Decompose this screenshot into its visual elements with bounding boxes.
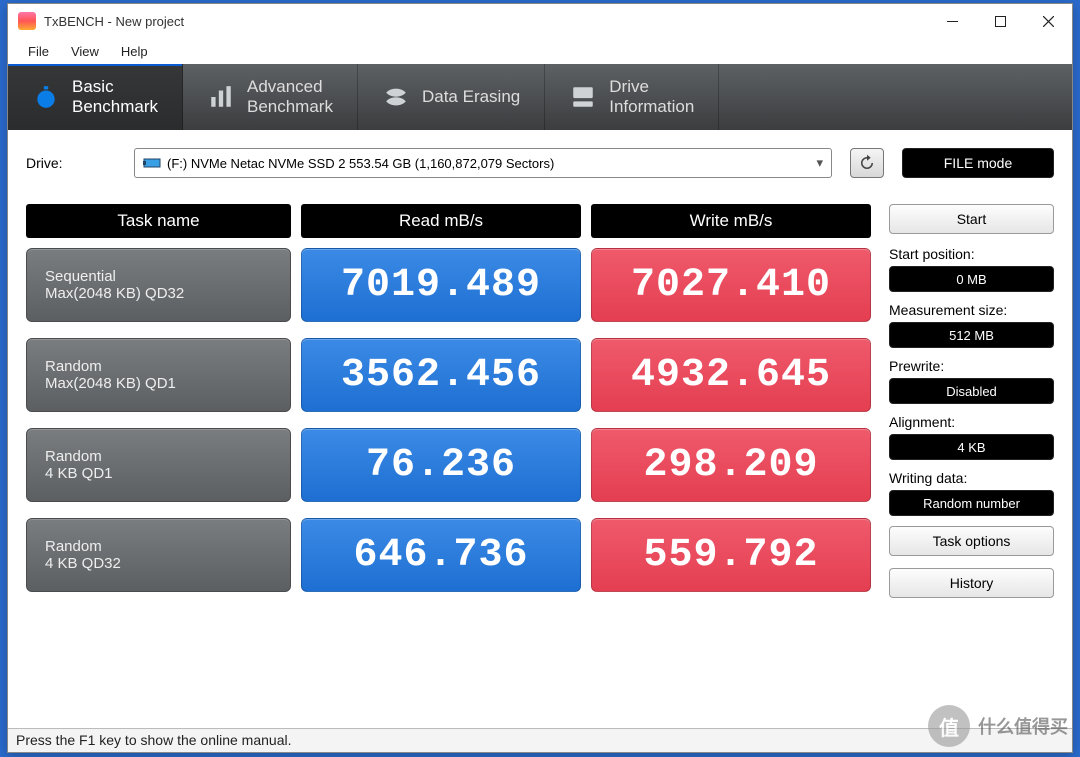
refresh-button[interactable] xyxy=(850,148,884,178)
disk-icon xyxy=(143,156,161,170)
task-line2: Max(2048 KB) QD32 xyxy=(45,285,272,302)
table-row: SequentialMax(2048 KB) QD32 7019.489 702… xyxy=(26,248,871,322)
start-button[interactable]: Start xyxy=(889,204,1054,234)
task-cell[interactable]: Random4 KB QD32 xyxy=(26,518,291,592)
alignment-label: Alignment: xyxy=(889,414,1054,430)
measurement-size-value[interactable]: 512 MB xyxy=(889,322,1054,348)
write-value: 7027.410 xyxy=(591,248,871,322)
watermark-text: 什么值得买 xyxy=(978,713,1068,739)
window-title: TxBENCH - New project xyxy=(44,14,928,29)
tab-label: Information xyxy=(609,97,694,117)
statusbar: Press the F1 key to show the online manu… xyxy=(8,728,1072,752)
menubar: File View Help xyxy=(8,38,1072,64)
bars-icon xyxy=(207,83,235,111)
chevron-down-icon: ▾ xyxy=(816,155,823,171)
write-value: 298.209 xyxy=(591,428,871,502)
minimize-button[interactable] xyxy=(928,4,976,38)
drive-label: Drive: xyxy=(26,155,116,171)
writing-data-label: Writing data: xyxy=(889,470,1054,486)
stopwatch-icon xyxy=(32,83,60,111)
read-value: 3562.456 xyxy=(301,338,581,412)
tab-label: Benchmark xyxy=(247,97,333,117)
workarea: Drive: (F:) NVMe Netac NVMe SSD 2 553.54… xyxy=(8,130,1072,728)
header-read: Read mB/s xyxy=(301,204,581,238)
measurement-size-label: Measurement size: xyxy=(889,302,1054,318)
start-position-label: Start position: xyxy=(889,246,1054,262)
maximize-button[interactable] xyxy=(976,4,1024,38)
task-line1: Random xyxy=(45,538,272,555)
app-window: TxBENCH - New project File View Help Bas… xyxy=(7,3,1073,753)
drive-icon xyxy=(569,83,597,111)
tab-label: Basic xyxy=(72,77,158,97)
erase-icon xyxy=(382,83,410,111)
tab-label: Advanced xyxy=(247,77,333,97)
watermark-badge: 值 xyxy=(928,705,970,747)
table-row: Random4 KB QD32 646.736 559.792 xyxy=(26,518,871,592)
tab-label: Benchmark xyxy=(72,97,158,117)
header-write: Write mB/s xyxy=(591,204,871,238)
benchmark-area: Task name Read mB/s Write mB/s Sequentia… xyxy=(26,190,871,722)
task-line2: 4 KB QD32 xyxy=(45,555,272,572)
task-line2: Max(2048 KB) QD1 xyxy=(45,375,272,392)
close-button[interactable] xyxy=(1024,4,1072,38)
drive-row: Drive: (F:) NVMe Netac NVMe SSD 2 553.54… xyxy=(26,148,1054,178)
task-line1: Random xyxy=(45,358,272,375)
titlebar: TxBENCH - New project xyxy=(8,4,1072,38)
start-position-value[interactable]: 0 MB xyxy=(889,266,1054,292)
main-row: Task name Read mB/s Write mB/s Sequentia… xyxy=(26,190,1054,722)
read-value: 76.236 xyxy=(301,428,581,502)
side-panel: Start Start position: 0 MB Measurement s… xyxy=(889,190,1054,722)
task-cell[interactable]: RandomMax(2048 KB) QD1 xyxy=(26,338,291,412)
read-value: 646.736 xyxy=(301,518,581,592)
task-cell[interactable]: Random4 KB QD1 xyxy=(26,428,291,502)
prewrite-label: Prewrite: xyxy=(889,358,1054,374)
task-options-button[interactable]: Task options xyxy=(889,526,1054,556)
prewrite-value[interactable]: Disabled xyxy=(889,378,1054,404)
tab-label: Drive xyxy=(609,77,694,97)
read-value: 7019.489 xyxy=(301,248,581,322)
write-value: 559.792 xyxy=(591,518,871,592)
writing-data-value[interactable]: Random number xyxy=(889,490,1054,516)
header-task-name: Task name xyxy=(26,204,291,238)
tab-label: Data Erasing xyxy=(422,87,520,107)
task-line2: 4 KB QD1 xyxy=(45,465,272,482)
file-mode-button[interactable]: FILE mode xyxy=(902,148,1054,178)
history-button[interactable]: History xyxy=(889,568,1054,598)
table-row: RandomMax(2048 KB) QD1 3562.456 4932.645 xyxy=(26,338,871,412)
table-header-row: Task name Read mB/s Write mB/s xyxy=(26,204,871,238)
task-line1: Random xyxy=(45,448,272,465)
window-controls xyxy=(928,4,1072,38)
tab-data-erasing[interactable]: Data Erasing xyxy=(358,64,545,130)
drive-select[interactable]: (F:) NVMe Netac NVMe SSD 2 553.54 GB (1,… xyxy=(134,148,832,178)
watermark: 值 什么值得买 xyxy=(928,705,1068,747)
task-line1: Sequential xyxy=(45,268,272,285)
app-icon xyxy=(18,12,36,30)
write-value: 4932.645 xyxy=(591,338,871,412)
menu-help[interactable]: Help xyxy=(111,41,158,62)
tabsbar: BasicBenchmark AdvancedBenchmark Data Er… xyxy=(8,64,1072,130)
drive-selected-text: (F:) NVMe Netac NVMe SSD 2 553.54 GB (1,… xyxy=(167,156,554,171)
tab-advanced-benchmark[interactable]: AdvancedBenchmark xyxy=(183,64,358,130)
tab-basic-benchmark[interactable]: BasicBenchmark xyxy=(8,64,183,130)
menu-file[interactable]: File xyxy=(18,41,59,62)
task-cell[interactable]: SequentialMax(2048 KB) QD32 xyxy=(26,248,291,322)
menu-view[interactable]: View xyxy=(61,41,109,62)
tab-drive-information[interactable]: DriveInformation xyxy=(545,64,719,130)
table-row: Random4 KB QD1 76.236 298.209 xyxy=(26,428,871,502)
alignment-value[interactable]: 4 KB xyxy=(889,434,1054,460)
refresh-icon xyxy=(858,154,876,172)
